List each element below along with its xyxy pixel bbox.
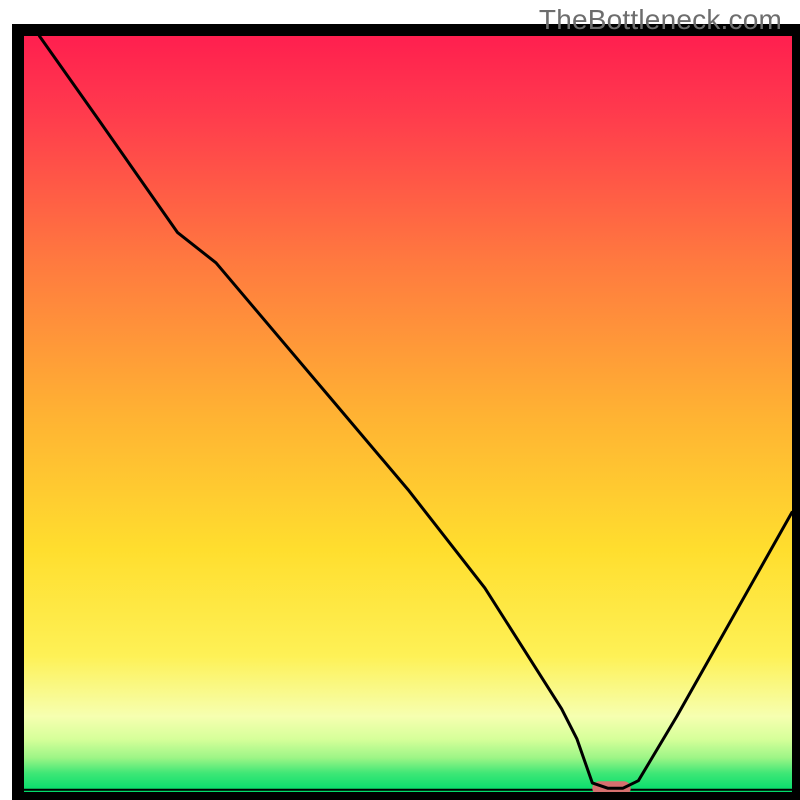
bottleneck-chart xyxy=(0,0,800,800)
watermark-text: TheBottleneck.com xyxy=(539,4,782,36)
chart-container: TheBottleneck.com xyxy=(0,0,800,800)
gradient-background xyxy=(24,36,792,792)
